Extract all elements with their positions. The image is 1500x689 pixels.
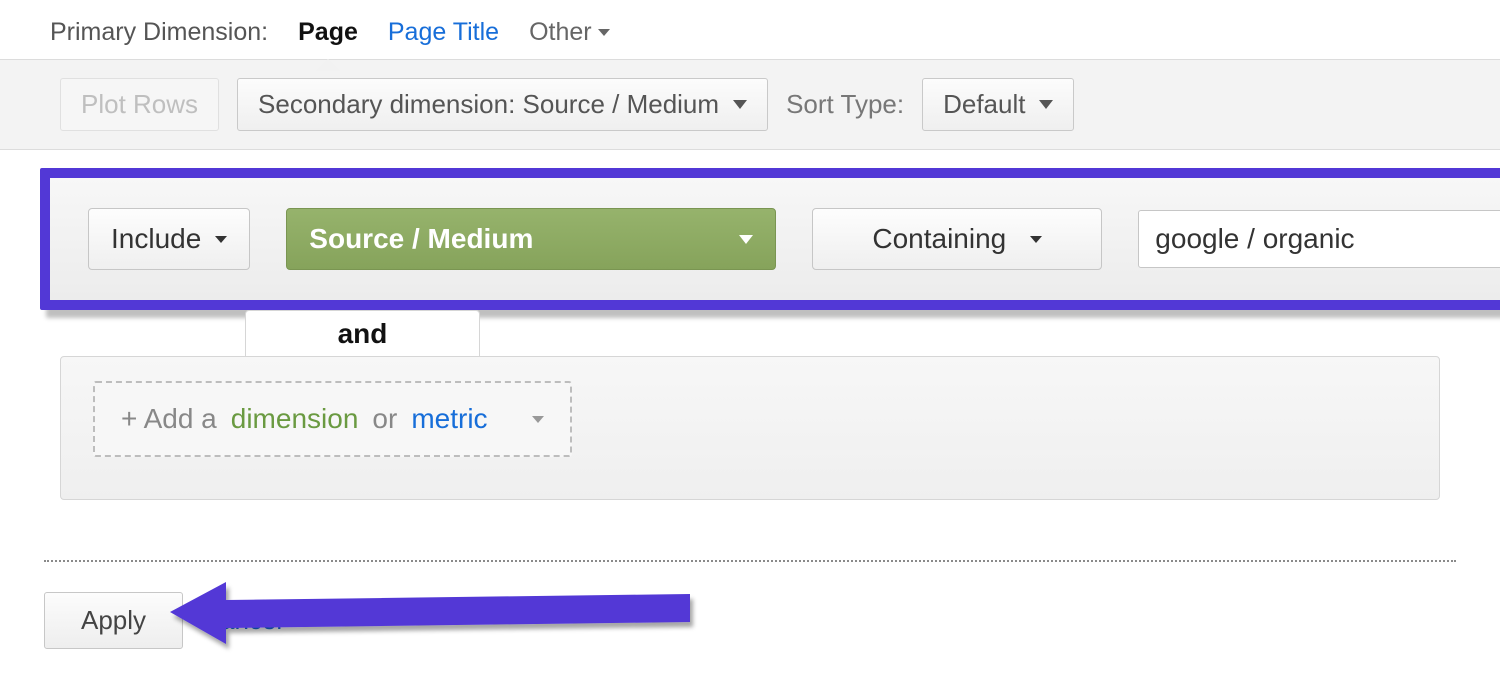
sort-type-label: Sort Type:	[786, 89, 904, 120]
chevron-down-icon	[1030, 236, 1042, 243]
sort-type-select[interactable]: Default	[922, 78, 1074, 131]
primary-dimension-other[interactable]: Other	[529, 18, 610, 47]
chevron-down-icon	[739, 235, 753, 244]
add-metric-word: metric	[411, 403, 487, 435]
filter-row-highlight: Include Source / Medium Containing	[40, 168, 1500, 310]
apply-button-label: Apply	[81, 605, 146, 635]
add-dimension-metric-button[interactable]: + Add a dimension or metric	[93, 381, 572, 457]
secondary-dimension-label: Secondary dimension: Source / Medium	[258, 89, 719, 120]
filter-include-label: Include	[111, 223, 201, 255]
plot-rows-button[interactable]: Plot Rows	[60, 78, 219, 131]
primary-dimension-page-title[interactable]: Page Title	[388, 18, 499, 47]
filter-and-panel: and + Add a dimension or metric	[60, 356, 1440, 500]
chevron-down-icon	[598, 29, 610, 36]
filter-include-select[interactable]: Include	[88, 208, 250, 270]
primary-dimension-other-label: Other	[529, 18, 592, 47]
cancel-link[interactable]: cancel	[207, 605, 282, 636]
filter-dimension-select[interactable]: Source / Medium	[286, 208, 776, 270]
primary-dimension-label: Primary Dimension:	[50, 18, 268, 47]
chevron-down-icon	[1039, 100, 1053, 109]
chevron-down-icon	[215, 236, 227, 243]
plot-rows-label: Plot Rows	[81, 89, 198, 120]
section-divider	[44, 560, 1456, 562]
filter-and-label: and	[338, 318, 388, 350]
add-prefix: + Add a	[121, 403, 217, 435]
filter-dimension-label: Source / Medium	[309, 223, 533, 255]
add-or-word: or	[372, 403, 397, 435]
filter-match-select[interactable]: Containing	[812, 208, 1102, 270]
filter-and-tab: and	[245, 310, 480, 356]
filter-row-wrapper: Include Source / Medium Containing	[0, 168, 1500, 310]
chevron-down-icon	[532, 416, 544, 423]
filter-match-label: Containing	[872, 223, 1006, 255]
secondary-dimension-select[interactable]: Secondary dimension: Source / Medium	[237, 78, 768, 131]
filter-value-input[interactable]	[1138, 210, 1500, 268]
apply-button[interactable]: Apply	[44, 592, 183, 649]
primary-dimension-page[interactable]: Page	[298, 18, 358, 47]
sort-type-value: Default	[943, 89, 1025, 120]
primary-dimension-row: Primary Dimension: Page Page Title Other	[0, 10, 1500, 59]
add-dimension-word: dimension	[231, 403, 359, 435]
chevron-down-icon	[733, 100, 747, 109]
apply-row: Apply cancel	[0, 584, 1500, 689]
report-toolbar: Plot Rows Secondary dimension: Source / …	[0, 59, 1500, 150]
